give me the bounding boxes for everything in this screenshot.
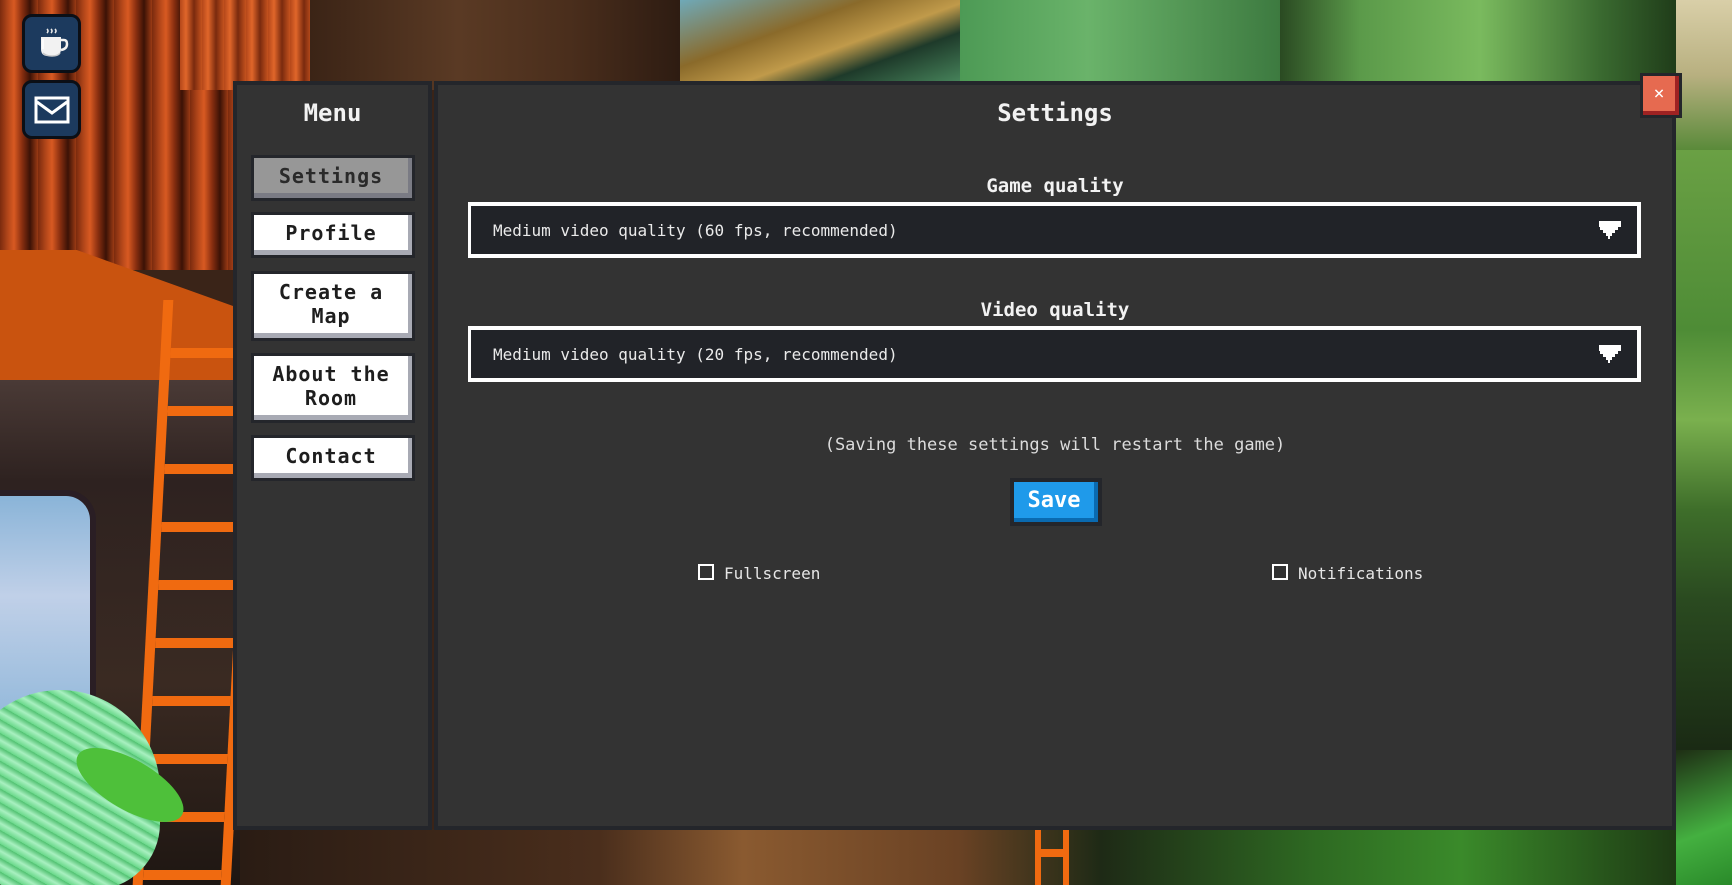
menu-item-about-room[interactable]: About the Room — [251, 353, 415, 423]
video-quality-select[interactable]: Medium video quality (20 fps, recommende… — [468, 326, 1641, 382]
video-quality-label: Video quality — [980, 299, 1130, 321]
menu-item-contact[interactable]: Contact — [251, 435, 415, 481]
window-view — [1676, 0, 1732, 150]
page-title: Settings — [997, 99, 1113, 127]
window-view — [1676, 150, 1732, 750]
notifications-checkbox[interactable]: Notifications — [1272, 563, 1424, 583]
game-quality-select[interactable]: Medium video quality (60 fps, recommende… — [468, 202, 1641, 258]
settings-panel: Settings Game quality Medium video quali… — [434, 81, 1676, 830]
green-door — [1280, 0, 1680, 90]
close-button[interactable]: × — [1640, 73, 1682, 118]
coffee-button[interactable] — [22, 14, 81, 73]
checkbox-box[interactable] — [698, 563, 714, 580]
game-quality-label: Game quality — [986, 175, 1124, 197]
plant — [1676, 750, 1732, 885]
menu-item-create-map[interactable]: Create a Map — [251, 271, 415, 341]
menu-title: Menu — [303, 99, 362, 127]
floor-scene — [240, 829, 1676, 885]
video-quality-value: Medium video quality (20 fps, recommende… — [493, 344, 898, 364]
coffee-cup-icon — [40, 27, 68, 57]
orange-ladder — [1035, 829, 1069, 885]
curtain — [180, 0, 310, 90]
menu-item-profile[interactable]: Profile — [251, 212, 415, 258]
menu-sidebar: Menu Settings Profile Create a Map About… — [233, 81, 432, 830]
dropdown-arrow-icon — [1599, 345, 1621, 363]
mail-envelope-icon — [34, 96, 69, 123]
restart-note: (Saving these settings will restart the … — [824, 435, 1286, 455]
game-quality-value: Medium video quality (60 fps, recommende… — [493, 220, 898, 240]
green-wall — [960, 0, 1280, 90]
dropdown-arrow-icon — [1599, 221, 1621, 239]
mail-button[interactable] — [22, 80, 81, 139]
save-button[interactable]: Save — [1010, 478, 1102, 526]
menu-item-settings[interactable]: Settings — [251, 155, 415, 201]
ornate-cabinet — [680, 0, 960, 90]
close-icon: × — [1653, 83, 1665, 104]
wood-wall — [310, 0, 680, 90]
fullscreen-checkbox[interactable]: Fullscreen — [698, 563, 821, 583]
checkbox-box[interactable] — [1272, 563, 1288, 580]
notifications-label: Notifications — [1298, 564, 1424, 583]
fullscreen-label: Fullscreen — [724, 564, 821, 583]
